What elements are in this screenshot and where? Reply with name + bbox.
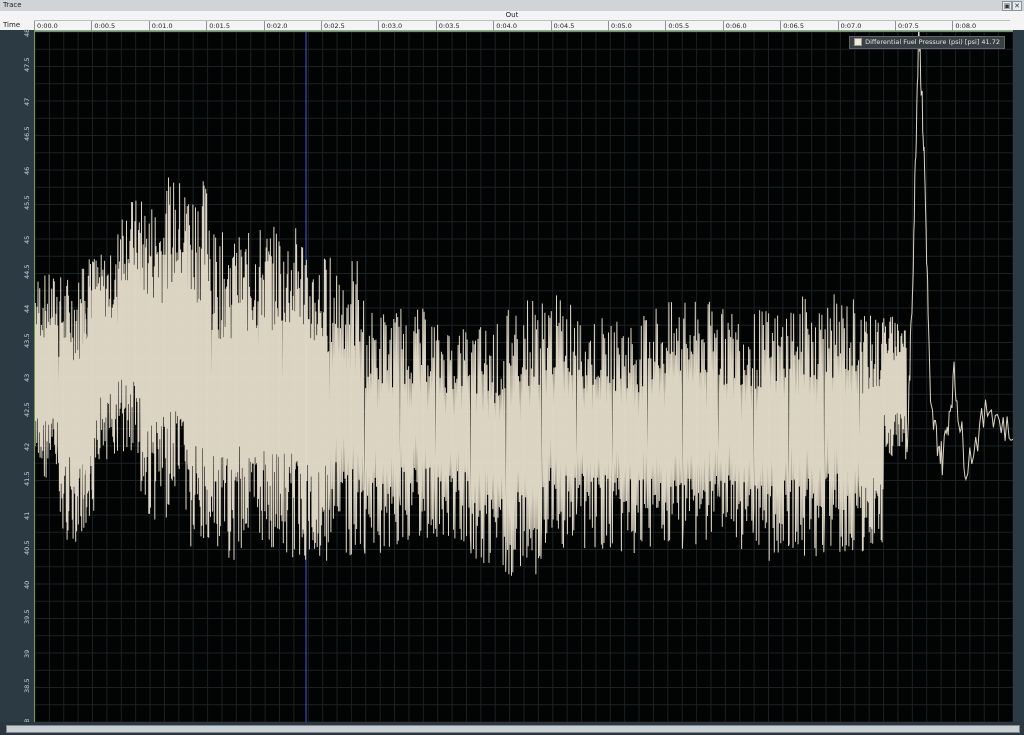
y-tick-label: 45 [23,235,31,244]
time-tick-label: 0:01.0 [148,21,173,31]
y-tick-label: 42.5 [23,402,31,417]
y-tick-label: 41.5 [23,471,31,486]
time-axis-header: Out Time 0:00.0 0:00.5 0:01.0 0:01.5 0:02.0 0… [0,11,1024,31]
time-tick-label: 0:07.0 [837,21,861,31]
close-icon[interactable]: ✕ [1012,1,1022,11]
legend-value: 41.72 [981,38,1000,46]
y-tick-label: 40.5 [23,540,31,555]
time-tick-label: 0:03.5 [435,21,460,31]
y-tick-label: 44.5 [23,264,31,279]
right-strip [1013,30,1024,722]
time-tick-label: 0:05.0 [608,21,632,31]
y-tick-label: 43.5 [23,333,31,348]
trace-legend[interactable]: Differential Fuel Pressure (psi) [psi] 4… [849,36,1005,49]
time-tick-label: 0:06.0 [722,21,747,31]
time-tick-label: 0:05.5 [665,21,689,31]
time-tick-label: 0:04.0 [493,21,517,31]
time-axis-ticks[interactable]: 0:00.0 0:00.5 0:01.0 0:01.5 0:02.0 0:02.5 0:03… [34,20,1010,31]
y-tick-label: 39.5 [23,609,31,624]
y-tick-label: 46.5 [23,126,31,141]
trace-chart[interactable] [35,32,1013,722]
time-tick-label: 0:04.5 [550,21,574,31]
legend-swatch-icon[interactable] [854,38,863,46]
horizontal-scrollbar[interactable] [0,722,1024,735]
y-axis-strip[interactable]: 3838.53939.54040.54141.54242.54343.54444… [0,28,35,727]
time-tick-label: 0:00.0 [34,21,58,31]
restore-icon[interactable]: ▣ [1002,1,1012,11]
scrollbar-thumb[interactable] [6,725,1020,733]
y-tick-label: 47 [23,97,31,106]
time-tick-label: 0:02.5 [321,21,345,31]
y-tick-label: 38.5 [23,678,31,693]
window-title: Trace [3,1,22,9]
y-tick-label: 45.5 [23,195,31,210]
y-tick-label: 39 [23,649,31,658]
time-tick-label: 0:07.5 [895,21,919,31]
y-tick-label: 40 [23,580,31,589]
time-tick-label: 0:00.5 [91,21,115,31]
y-tick-label: 42 [23,442,31,451]
y-tick-label: 47.5 [23,57,31,72]
time-tick-label: 0:08.0 [952,21,976,31]
out-axis-label: Out [505,11,519,19]
time-tick-label: 0:01.5 [206,21,230,31]
legend-label: Differential Fuel Pressure (psi) [psi] [865,38,980,46]
y-tick-label: 48 [23,28,31,37]
y-tick-label: 46 [23,166,31,175]
y-tick-label: 41 [23,511,31,520]
time-tick-label: 0:02.0 [263,21,287,31]
time-axis-label: Time [3,21,21,29]
time-tick-label: 0:06.5 [780,21,804,31]
y-tick-label: 43 [23,373,31,382]
y-tick-label: 44 [23,304,31,313]
trace-plot-area[interactable]: Differential Fuel Pressure (psi) [psi] 4… [35,31,1013,723]
time-tick-label: 0:03.0 [378,21,402,31]
